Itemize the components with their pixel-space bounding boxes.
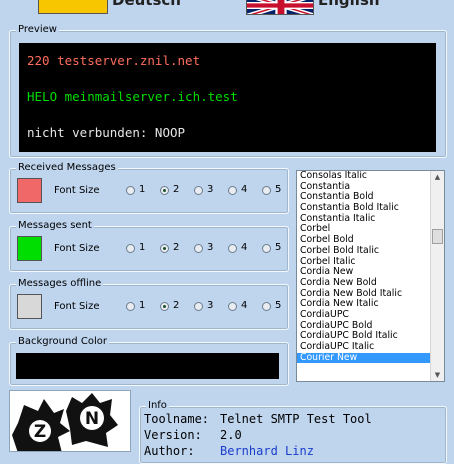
font-list-item[interactable]: Cordia New Bold — [297, 277, 444, 289]
english-flag-button[interactable] — [246, 0, 314, 15]
font-size-radio-1[interactable] — [126, 186, 135, 195]
preview-group: Preview 220 testserver.znil.net HELO mei… — [9, 24, 447, 158]
font-size-radio-label: 4 — [241, 184, 248, 195]
font-size-radio-5[interactable] — [262, 244, 271, 253]
author-label: Author: — [144, 444, 195, 458]
font-size-radio-2[interactable] — [160, 186, 169, 195]
font-size-radio-label: 5 — [275, 300, 282, 311]
font-size-radio-label: 2 — [173, 300, 180, 311]
font-size-radio-label: 1 — [139, 300, 146, 311]
messages-sent-group: Messages sent Font Size 1 2 3 4 5 — [9, 220, 289, 272]
preview-line-offline: nicht verbunden: NOOP — [27, 125, 186, 140]
messages-offline-title: Messages offline — [16, 278, 104, 289]
sent-color-swatch[interactable] — [17, 236, 42, 261]
author-link[interactable]: Bernhard Linz — [220, 444, 314, 458]
english-label: English — [318, 0, 380, 9]
znil-logo: Z N — [9, 390, 131, 452]
font-size-radio-2[interactable] — [160, 302, 169, 311]
font-size-radio-4[interactable] — [228, 302, 237, 311]
font-size-radio-3[interactable] — [194, 186, 203, 195]
offline-font-size-label: Font Size — [54, 301, 100, 312]
version-value: 2.0 — [220, 428, 242, 442]
font-size-radio-label: 5 — [275, 184, 282, 195]
info-row-author: Author: Bernhard Linz — [144, 444, 314, 458]
font-size-radio-4[interactable] — [228, 244, 237, 253]
preview-panel: 220 testserver.znil.net HELO meinmailser… — [19, 43, 436, 152]
font-listbox[interactable]: Consolas Italic Constantia Constantia Bold… — [296, 170, 445, 382]
info-row-version: Version: 2.0 — [144, 428, 242, 442]
received-messages-title: Received Messages — [16, 162, 118, 173]
received-color-swatch[interactable] — [17, 178, 42, 203]
font-size-radio-2[interactable] — [160, 244, 169, 253]
scroll-thumb[interactable] — [432, 229, 443, 244]
version-label: Version: — [144, 428, 202, 442]
font-size-radio-label: 3 — [207, 242, 214, 253]
scroll-down-arrow-icon[interactable]: ▼ — [431, 369, 444, 381]
offline-color-swatch[interactable] — [17, 294, 42, 319]
font-size-radio-label: 4 — [241, 242, 248, 253]
font-size-radio-5[interactable] — [262, 302, 271, 311]
font-list-item[interactable]: Courier New — [297, 352, 444, 364]
scroll-up-arrow-icon[interactable]: ▲ — [431, 171, 444, 183]
logo-letter-n: N — [85, 409, 99, 429]
font-size-radio-5[interactable] — [262, 186, 271, 195]
font-size-radio-label: 2 — [173, 242, 180, 253]
font-size-radio-label: 3 — [207, 184, 214, 195]
font-list-scrollbar[interactable]: ▲ ▼ — [430, 171, 444, 381]
font-size-radio-label: 1 — [139, 184, 146, 195]
toolname-value: Telnet SMTP Test Tool — [220, 412, 372, 426]
preview-line-sent: HELO meinmailserver.ich.test — [27, 89, 238, 104]
font-size-radio-3[interactable] — [194, 302, 203, 311]
background-color-title: Background Color — [16, 336, 109, 347]
font-size-radio-1[interactable] — [126, 244, 135, 253]
background-color-swatch[interactable] — [16, 353, 279, 379]
font-size-radio-1[interactable] — [126, 302, 135, 311]
uk-flag-icon — [247, 0, 313, 14]
font-size-radio-3[interactable] — [194, 244, 203, 253]
received-font-size-label: Font Size — [54, 185, 100, 196]
messages-sent-title: Messages sent — [16, 220, 94, 231]
font-size-radio-4[interactable] — [228, 186, 237, 195]
logo-letter-z: Z — [34, 422, 46, 442]
font-list-items: Consolas Italic Constantia Constantia Bold… — [297, 171, 444, 364]
received-messages-group: Received Messages Font Size 1 2 3 4 5 — [9, 162, 289, 214]
znil-logo-icon: Z N — [12, 393, 118, 451]
info-group: Info Toolname: Telnet SMTP Test Tool Ver… — [139, 400, 447, 464]
font-size-radio-label: 2 — [173, 184, 180, 195]
preview-title: Preview — [16, 24, 59, 35]
german-flag-button[interactable] — [38, 0, 108, 14]
font-list-item[interactable]: Corbel Bold Italic — [297, 245, 444, 257]
info-title: Info — [146, 400, 169, 411]
info-row-toolname: Toolname: Telnet SMTP Test Tool — [144, 412, 372, 426]
font-size-radio-label: 1 — [139, 242, 146, 253]
messages-offline-group: Messages offline Font Size 1 2 3 4 5 — [9, 278, 289, 330]
german-label: Deutsch — [112, 0, 181, 9]
font-size-radio-label: 4 — [241, 300, 248, 311]
toolname-label: Toolname: — [144, 412, 210, 426]
font-size-radio-label: 5 — [275, 242, 282, 253]
sent-font-size-label: Font Size — [54, 243, 100, 254]
preview-line-received: 220 testserver.znil.net — [27, 53, 201, 68]
font-size-radio-label: 3 — [207, 300, 214, 311]
background-color-group: Background Color — [9, 336, 289, 386]
